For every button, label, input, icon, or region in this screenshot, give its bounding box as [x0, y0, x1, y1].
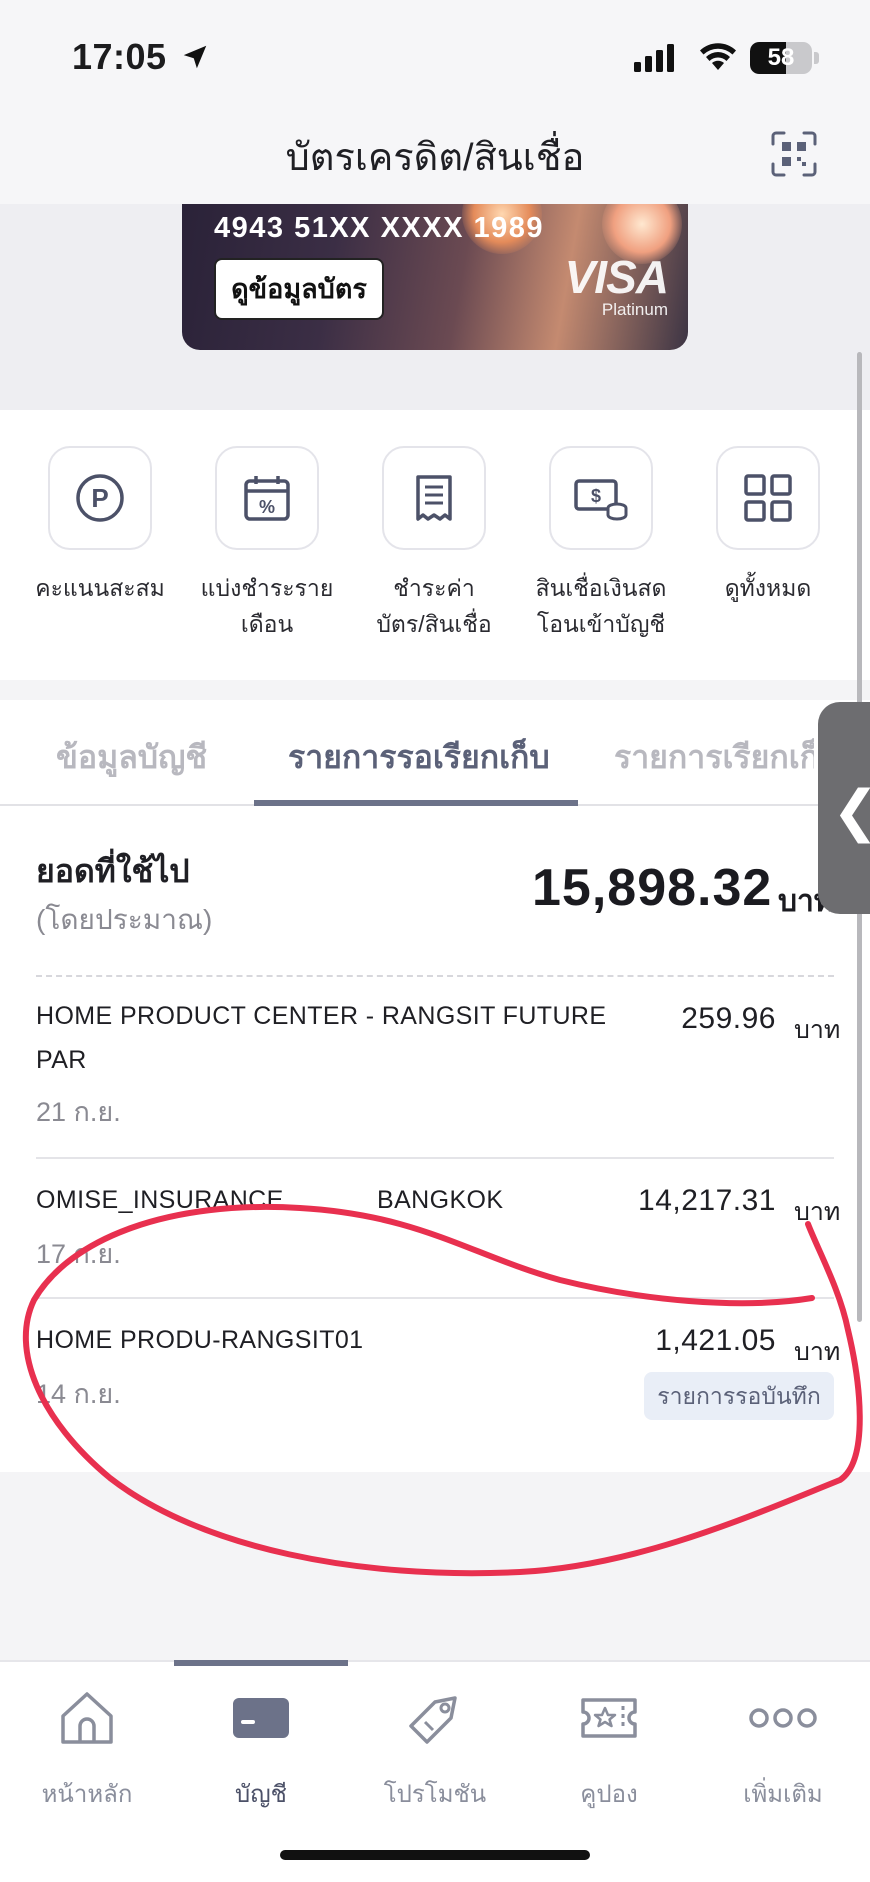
quick-action-cash-loan[interactable]: $ สินเชื่อเงินสด โอนเข้าบัญชี	[521, 446, 681, 642]
transaction-name: HOME PRODUCT CENTER - RANGSIT FUTURE PAR	[36, 1002, 607, 1074]
transaction-amount: 1,421.05	[655, 1324, 776, 1357]
pending-record-badge: รายการรอบันทึก	[644, 1372, 834, 1420]
page-title: บัตรเครดิต/สินเชื่อ	[285, 137, 585, 179]
total-spent-amount: 15,898.32	[532, 859, 773, 917]
card-icon	[233, 1698, 289, 1738]
total-spent-sublabel: (โดยประมาณ)	[36, 904, 213, 935]
transaction-date: 21 ก.ย.	[36, 1097, 121, 1127]
tag-icon	[409, 1696, 457, 1744]
transaction-name: OMISE_INSURANCE	[36, 1186, 284, 1214]
transaction-amount: 14,217.31	[638, 1184, 776, 1217]
transaction-unit: บาท	[794, 1338, 841, 1366]
transaction-unit: บาท	[794, 1198, 841, 1226]
points-icon: P	[76, 474, 124, 522]
qr-scan-icon[interactable]	[770, 130, 818, 178]
divider	[36, 1297, 834, 1299]
home-indicator[interactable]	[280, 1850, 590, 1860]
wifi-icon	[700, 43, 736, 70]
total-spent-label: ยอดที่ใช้ไป	[36, 853, 190, 889]
visa-logo: VISA Platinum	[564, 251, 669, 319]
grid-icon	[744, 474, 792, 522]
nav-coupon[interactable]: คูปอง	[522, 1676, 696, 1813]
active-nav-indicator	[174, 1660, 348, 1666]
quick-action-points[interactable]: P คะแนนสะสม	[20, 446, 180, 606]
battery-tip	[814, 52, 819, 64]
svg-text:P: P	[91, 483, 108, 513]
divider	[36, 1157, 834, 1159]
side-drawer-handle[interactable]: ❮	[818, 702, 870, 914]
nav-promotion[interactable]: โปรโมชัน	[348, 1676, 522, 1813]
nav-more[interactable]: เพิ่มเติม	[696, 1676, 870, 1813]
transaction-date: 14 ก.ย.	[36, 1379, 121, 1409]
tab-billed[interactable]: รายการเรียกเก็	[614, 732, 814, 783]
svg-text:$: $	[591, 486, 601, 506]
transaction-location: BANGKOK	[377, 1186, 504, 1214]
transaction-unit: บาท	[794, 1016, 841, 1044]
tab-bar: ข้อมูลบัญชี รายการรอเรียกเก็บ รายการเรีย…	[0, 700, 870, 806]
home-icon	[61, 1692, 113, 1744]
battery-icon: 58	[750, 42, 812, 74]
coupon-icon	[581, 1698, 637, 1738]
tab-pending-billing[interactable]: รายการรอเรียกเก็บ	[288, 732, 550, 783]
cellular-signal-icon	[634, 44, 674, 72]
view-card-info-button[interactable]: ดูข้อมูลบัตร	[214, 258, 384, 320]
svg-text:%: %	[259, 497, 275, 517]
bill-receipt-icon	[416, 475, 452, 521]
transaction-name: HOME PRODU-RANGSIT01	[36, 1326, 364, 1354]
nav-home[interactable]: หน้าหลัก	[0, 1676, 174, 1813]
quick-action-installment[interactable]: % แบ่งชำระราย เดือน	[187, 446, 347, 642]
quick-action-view-all[interactable]: ดูทั้งหมด	[688, 446, 848, 606]
transaction-date: 17 ก.ย.	[36, 1239, 121, 1269]
transaction-amount: 259.96	[681, 1002, 776, 1035]
credit-card-image[interactable]: 4943 51XX XXXX 1989 ดูข้อมูลบัตร VISA Pl…	[182, 204, 688, 350]
quick-actions: P คะแนนสะสม % แบ่งชำระราย เดือน ชำระค่า บั…	[0, 410, 870, 680]
nav-account[interactable]: บัญชี	[174, 1676, 348, 1813]
status-time: 17:05	[72, 36, 167, 77]
installment-calendar-icon: %	[244, 476, 290, 521]
more-icon	[749, 1708, 817, 1728]
tab-account-info[interactable]: ข้อมูลบัญชี	[56, 732, 207, 783]
divider	[36, 975, 834, 977]
location-arrow-icon	[183, 45, 207, 69]
cash-loan-icon: $	[574, 479, 628, 521]
quick-action-pay-bill[interactable]: ชำระค่า บัตร/สินเชื่อ	[354, 446, 514, 642]
card-number: 4943 51XX XXXX 1989	[214, 212, 545, 244]
chevron-left-icon: ❮	[832, 778, 870, 844]
